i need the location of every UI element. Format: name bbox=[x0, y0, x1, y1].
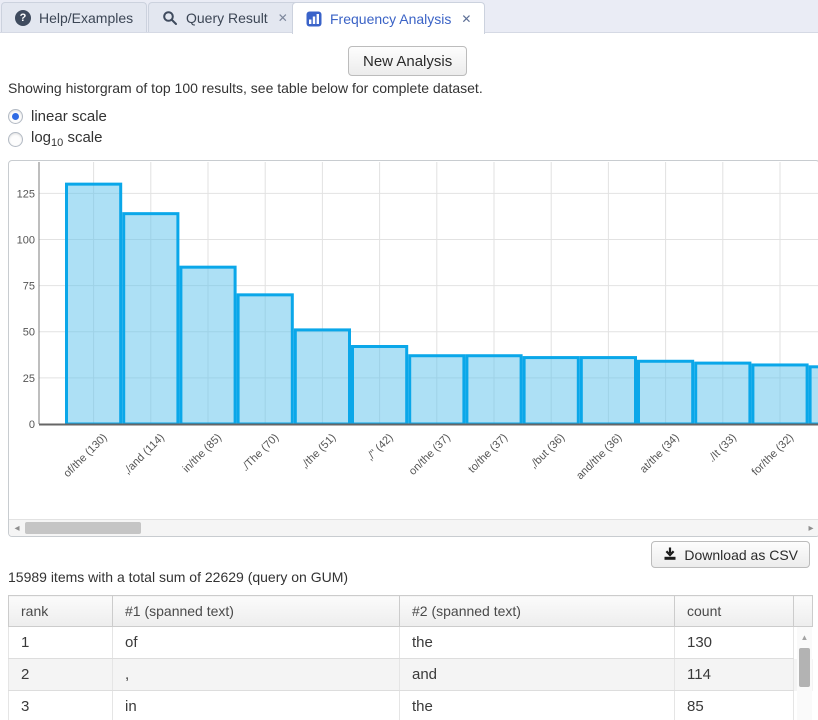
table-header-row: rank #1 (spanned text) #2 (spanned text)… bbox=[9, 596, 813, 627]
tab-label: Help/Examples bbox=[39, 10, 133, 26]
svg-text:,/" (42): ,/" (42) bbox=[364, 432, 396, 464]
svg-text:125: 125 bbox=[17, 188, 35, 200]
cell-span2: the bbox=[400, 691, 675, 720]
tab-label: Query Result bbox=[186, 10, 268, 26]
svg-text:in/the (85): in/the (85) bbox=[181, 432, 225, 476]
frequency-analysis-page: ? Help/Examples Query Result ✕ bbox=[0, 0, 818, 720]
radio-icon[interactable] bbox=[8, 109, 23, 124]
bar-chart-icon bbox=[306, 11, 322, 27]
cell-count: 114 bbox=[675, 659, 794, 691]
scrollbar-thumb[interactable] bbox=[799, 648, 810, 687]
close-icon[interactable]: ✕ bbox=[461, 13, 471, 25]
new-analysis-button[interactable]: New Analysis bbox=[348, 46, 467, 76]
frequency-histogram: 0 25 50 75 100 125 of/the (130) ,/and (114) in/t… bbox=[9, 161, 818, 519]
svg-text:100: 100 bbox=[17, 234, 35, 246]
svg-text:,/the (51): ,/the (51) bbox=[299, 432, 339, 472]
svg-text:on/the (37): on/the (37) bbox=[407, 432, 453, 478]
chart-horizontal-scrollbar[interactable]: ◂ ▸ bbox=[9, 519, 818, 536]
scroll-up-arrow-icon[interactable]: ▲ bbox=[797, 633, 812, 642]
col-header-rank[interactable]: rank bbox=[9, 596, 113, 627]
svg-text:,/but (36): ,/but (36) bbox=[528, 432, 568, 472]
svg-text:of/the (130): of/the (130) bbox=[61, 432, 109, 480]
tab-label: Frequency Analysis bbox=[330, 11, 451, 27]
svg-text:for/the (32): for/the (32) bbox=[750, 432, 797, 479]
histogram-notice: Showing historgram of top 100 results, s… bbox=[8, 80, 483, 96]
scrollbar-thumb[interactable] bbox=[25, 522, 141, 534]
log-scale-label: log10 scale bbox=[31, 129, 102, 149]
cell-count: 85 bbox=[675, 691, 794, 720]
frequency-table: rank #1 (spanned text) #2 (spanned text)… bbox=[8, 595, 813, 720]
linear-scale-label: linear scale bbox=[31, 108, 107, 125]
help-icon: ? bbox=[15, 10, 31, 26]
col-header-span1[interactable]: #1 (spanned text) bbox=[113, 596, 400, 627]
cell-rank: 2 bbox=[9, 659, 113, 691]
scroll-right-arrow-icon[interactable]: ▸ bbox=[804, 521, 818, 536]
tab-frequency-analysis[interactable]: Frequency Analysis ✕ bbox=[292, 2, 485, 34]
cell-rank: 3 bbox=[9, 691, 113, 720]
cell-count: 130 bbox=[675, 627, 794, 659]
col-header-spacer bbox=[794, 596, 813, 627]
table-row[interactable]: 3 in the 85 bbox=[9, 691, 813, 720]
svg-text:50: 50 bbox=[23, 327, 35, 339]
svg-text:0: 0 bbox=[29, 419, 35, 431]
tab-query-result[interactable]: Query Result ✕ bbox=[148, 2, 302, 32]
col-header-span2[interactable]: #2 (spanned text) bbox=[400, 596, 675, 627]
svg-text:./The (70): ./The (70) bbox=[239, 432, 281, 474]
svg-text:75: 75 bbox=[23, 281, 35, 293]
cell-span2: the bbox=[400, 627, 675, 659]
radio-icon[interactable] bbox=[8, 132, 23, 147]
svg-text:,/and (114): ,/and (114) bbox=[121, 432, 167, 478]
cell-span1: in bbox=[113, 691, 400, 720]
tab-bar: ? Help/Examples Query Result ✕ bbox=[0, 0, 818, 33]
tab-help-examples[interactable]: ? Help/Examples bbox=[1, 2, 147, 32]
histogram-panel: 0 25 50 75 100 125 of/the (130) ,/and (114) in/t… bbox=[8, 160, 818, 537]
cell-span1: of bbox=[113, 627, 400, 659]
col-header-count[interactable]: count bbox=[675, 596, 794, 627]
cell-rank: 1 bbox=[9, 627, 113, 659]
result-summary: 15989 items with a total sum of 22629 (q… bbox=[8, 569, 348, 585]
svg-text:./It (33): ./It (33) bbox=[706, 432, 739, 465]
table-vertical-scrollbar[interactable]: ▲ bbox=[797, 627, 812, 720]
cell-span1: , bbox=[113, 659, 400, 691]
table-row[interactable]: 1 of the 130 bbox=[9, 627, 813, 659]
svg-text:25: 25 bbox=[23, 373, 35, 385]
download-icon bbox=[663, 547, 677, 563]
download-csv-button[interactable]: Download as CSV bbox=[651, 541, 810, 568]
svg-text:to/the (37): to/the (37) bbox=[466, 432, 510, 476]
close-icon[interactable]: ✕ bbox=[278, 12, 288, 24]
cell-span2: and bbox=[400, 659, 675, 691]
log-scale-option[interactable]: log10 scale bbox=[8, 129, 102, 149]
magnifier-icon bbox=[162, 10, 178, 26]
svg-text:and/the (36): and/the (36) bbox=[574, 432, 624, 482]
linear-scale-option[interactable]: linear scale bbox=[8, 108, 107, 125]
scroll-left-arrow-icon[interactable]: ◂ bbox=[10, 521, 24, 536]
table-row[interactable]: 2 , and 114 bbox=[9, 659, 813, 691]
svg-text:at/the (34): at/the (34) bbox=[638, 432, 682, 476]
